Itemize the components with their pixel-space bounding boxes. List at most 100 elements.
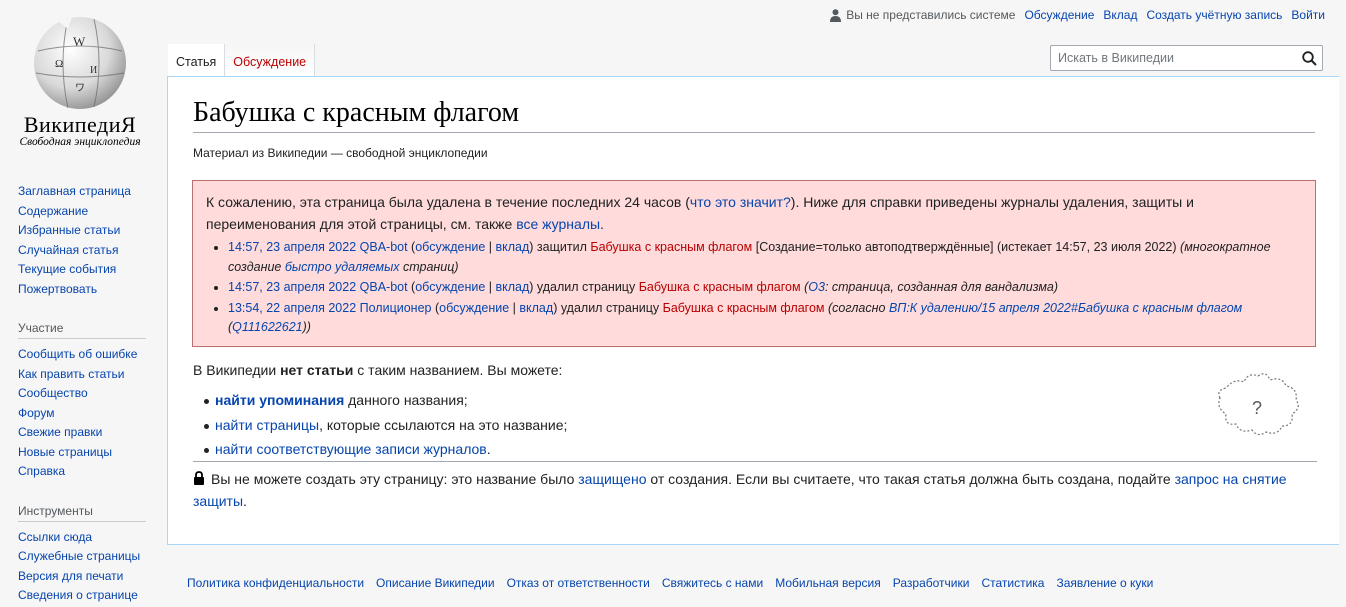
lock-icon xyxy=(194,471,204,485)
sidebar-item-forum[interactable]: Форум xyxy=(18,406,54,420)
deletion-notice: К сожалению, эта страница была удалена в… xyxy=(192,180,1316,347)
log-action: удалил страницу xyxy=(560,300,660,315)
option-text: данного названия; xyxy=(344,392,468,408)
log-page-link[interactable]: Бабушка с красным флагом xyxy=(639,280,801,294)
footer-contact-link[interactable]: Свяжитесь с нами xyxy=(662,576,763,590)
log-user-contribs-link[interactable]: вклад xyxy=(495,280,529,294)
log-user-link[interactable]: QBA-bot xyxy=(360,240,408,254)
sidebar-heading-tools: Инструменты xyxy=(18,504,146,522)
search-button[interactable] xyxy=(1296,46,1322,70)
log-user-talk-link[interactable]: обсуждение xyxy=(439,301,509,315)
find-mentions-link[interactable]: найти упоминания xyxy=(215,392,344,408)
notice-text: К сожалению, эта страница была удалена в… xyxy=(206,191,1302,235)
no-article-part: В Википедии xyxy=(193,362,281,378)
option-item: найти соответствующие записи журналов. xyxy=(203,437,567,462)
sidebar-tools: Ссылки сюда Служебные страницы Версия дл… xyxy=(18,528,148,606)
footer-disclaimer-link[interactable]: Отказ от ответственности xyxy=(507,576,650,590)
protect-text: от создания. Если вы считаете, что такая… xyxy=(646,471,1175,487)
log-entry: 13:54, 22 апреля 2022 Полиционер (обсужд… xyxy=(228,299,1302,338)
footer-developers-link[interactable]: Разработчики xyxy=(893,576,970,590)
sidebar-item-recent-changes[interactable]: Свежие правки xyxy=(18,425,102,439)
svg-text:ワ: ワ xyxy=(75,83,85,94)
option-text: . xyxy=(486,441,491,457)
criterion-link[interactable]: О3 xyxy=(808,280,825,294)
speedy-deletion-link[interactable]: быстро удаляемых xyxy=(285,260,400,274)
what-does-this-mean-link[interactable]: что это значит? xyxy=(690,194,791,210)
sidebar-item-page-info[interactable]: Сведения о странице xyxy=(18,588,138,602)
sidebar-item-current-events[interactable]: Текущие события xyxy=(18,262,116,276)
log-comment-part: )) xyxy=(302,320,311,334)
log-comment-part: страниц) xyxy=(399,259,459,274)
log-user-link[interactable]: QBA-bot xyxy=(360,280,408,294)
footer-statistics-link[interactable]: Статистика xyxy=(981,576,1044,590)
sidebar-item-main-page[interactable]: Заглавная страница xyxy=(18,184,131,198)
log-user-talk-link[interactable]: обсуждение xyxy=(415,240,485,254)
log-entry: 14:57, 23 апреля 2022 QBA-bot (обсуждени… xyxy=(228,278,1302,298)
footer-privacy-link[interactable]: Политика конфиденциальности xyxy=(187,576,364,590)
log-comment: (О3: страница, созданная для вандализма) xyxy=(804,280,1059,294)
notice-text-part: К сожалению, эта страница была удалена в… xyxy=(206,194,690,210)
personal-talk-link[interactable]: Обсуждение xyxy=(1024,8,1094,22)
svg-text:W: W xyxy=(73,34,86,49)
log-time-link[interactable]: 14:57, 23 апреля 2022 xyxy=(228,240,356,254)
log-list: 14:57, 23 апреля 2022 QBA-bot (обсуждени… xyxy=(228,238,1302,338)
tab-article[interactable]: Статья xyxy=(168,44,225,76)
protect-text: Вы не можете создать эту страницу: это н… xyxy=(211,471,579,487)
find-log-entries-link[interactable]: найти соответствующие записи журналов xyxy=(215,441,487,457)
no-article-bold: нет статьи xyxy=(280,362,354,378)
sidebar-item-help[interactable]: Справка xyxy=(18,464,65,478)
sidebar: Заглавная страница Содержание Избранные … xyxy=(18,182,148,606)
footer-about-link[interactable]: Описание Википедии xyxy=(376,576,495,590)
page-title: Бабушка с красным флагом xyxy=(193,97,1315,133)
sidebar-item-special-pages[interactable]: Служебные страницы xyxy=(18,549,140,563)
log-user-contribs-link[interactable]: вклад xyxy=(519,301,553,315)
log-user-contribs-link[interactable]: вклад xyxy=(495,240,529,254)
logo-wordmark: ВикипедиЯ xyxy=(23,112,137,137)
puzzle-globe-icon: W Ω И ワ xyxy=(34,17,126,109)
sidebar-item-random[interactable]: Случайная статья xyxy=(18,243,118,257)
sidebar-navigation: Заглавная страница Содержание Избранные … xyxy=(18,182,148,299)
personal-contribs-link[interactable]: Вклад xyxy=(1103,8,1137,22)
log-time-link[interactable]: 14:57, 23 апреля 2022 xyxy=(228,280,356,294)
sidebar-item-how-to-edit[interactable]: Как править статьи xyxy=(18,367,124,381)
no-article-text: В Википедии нет статьи с таким названием… xyxy=(193,362,562,378)
namespace-tabs: Статья Обсуждение xyxy=(168,44,316,76)
sidebar-item-what-links-here[interactable]: Ссылки сюда xyxy=(18,530,92,544)
missing-puzzle-piece-icon: ? xyxy=(1218,373,1299,436)
find-linking-pages-link[interactable]: найти страницы xyxy=(215,417,319,433)
options-list: найти упоминания данного названия; найти… xyxy=(203,388,567,462)
log-action: защитил xyxy=(536,240,587,254)
sidebar-item-donate[interactable]: Пожертвовать xyxy=(18,282,97,296)
all-logs-link[interactable]: все журналы xyxy=(516,216,600,232)
wikipedia-logo[interactable]: W Ω И ワ ВикипедиЯ Свободная энциклопедия xyxy=(0,0,160,160)
no-article-part: с таким названием. Вы можете: xyxy=(353,362,563,378)
footer-cookies-link[interactable]: Заявление о куки xyxy=(1056,576,1153,590)
svg-text:?: ? xyxy=(1252,398,1262,418)
personal-tools: Вы не представились системе Обсуждение В… xyxy=(830,8,1325,22)
user-icon xyxy=(830,8,842,22)
search-input[interactable] xyxy=(1051,51,1296,65)
log-page-link[interactable]: Бабушка с красным флагом xyxy=(663,301,825,315)
sidebar-item-new-pages[interactable]: Новые страницы xyxy=(18,445,112,459)
wikidata-link[interactable]: Q111622621 xyxy=(232,320,302,334)
site-tagline: Материал из Википедии — свободной энцикл… xyxy=(193,146,488,160)
protected-link[interactable]: защищено xyxy=(578,471,646,487)
sidebar-item-print-version[interactable]: Версия для печати xyxy=(18,569,123,583)
protection-notice: Вы не можете создать эту страницу: это н… xyxy=(193,461,1317,512)
log-user-link[interactable]: Полиционер xyxy=(360,301,432,315)
tab-talk[interactable]: Обсуждение xyxy=(224,44,316,76)
create-account-link[interactable]: Создать учётную запись xyxy=(1146,8,1282,22)
log-detail: [Создание=только автоподтверждённые] (ис… xyxy=(755,240,1177,254)
sidebar-item-report-error[interactable]: Сообщить об ошибке xyxy=(18,347,137,361)
sidebar-item-contents[interactable]: Содержание xyxy=(18,204,88,218)
footer-mobile-link[interactable]: Мобильная версия xyxy=(775,576,881,590)
sidebar-item-community[interactable]: Сообщество xyxy=(18,386,88,400)
login-link[interactable]: Войти xyxy=(1291,8,1325,22)
sidebar-item-featured[interactable]: Избранные статьи xyxy=(18,223,120,237)
log-user-talk-link[interactable]: обсуждение xyxy=(415,280,485,294)
option-item: найти упоминания данного названия; xyxy=(203,388,567,413)
svg-text:Ω: Ω xyxy=(55,58,63,70)
log-time-link[interactable]: 13:54, 22 апреля 2022 xyxy=(228,301,356,315)
deletion-discussion-link[interactable]: ВП:К удалению/15 апреля 2022#Бабушка с к… xyxy=(889,301,1242,315)
log-page-link[interactable]: Бабушка с красным флагом xyxy=(590,240,752,254)
